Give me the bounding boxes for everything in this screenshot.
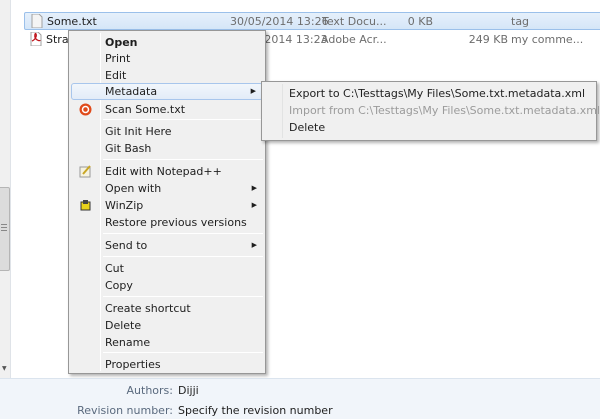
submenu-arrow-icon: ▶: [251, 241, 257, 249]
menu-item-git-bash[interactable]: Git Bash: [71, 140, 263, 157]
submenu-arrow-icon: ▶: [250, 87, 256, 95]
file-name: Some.txt: [47, 15, 97, 28]
submenu-item-export[interactable]: Export to C:\Testtags\My Files\Some.txt.…: [264, 85, 594, 102]
file-tags: tag: [511, 15, 530, 28]
file-size: 0 KB: [407, 15, 433, 28]
menu-item-label: Edit with Notepad++: [105, 165, 222, 178]
winzip-icon: [80, 200, 91, 211]
menu-item-label: Scan Some.txt: [105, 103, 186, 116]
file-comments: my comme...: [511, 33, 584, 46]
scan-icon: [79, 103, 92, 116]
menu-item-delete[interactable]: Delete: [71, 317, 263, 334]
menu-item-winzip[interactable]: WinZip ▶: [71, 197, 263, 214]
file-type: Adobe Acr...: [321, 33, 387, 46]
submenu-arrow-icon: ▶: [251, 201, 257, 209]
menu-item-label: Open with: [105, 182, 162, 195]
authors-label: Authors:: [126, 384, 173, 397]
scrollbar-thumb[interactable]: [0, 187, 10, 271]
file-type: Text Docu...: [322, 15, 387, 28]
menu-item-metadata[interactable]: Metadata ▶: [71, 83, 263, 100]
menu-item-edit[interactable]: Edit: [71, 67, 263, 84]
menu-item-restore[interactable]: Restore previous versions: [71, 214, 263, 231]
menu-item-open[interactable]: Open: [71, 34, 263, 51]
menu-item-open-with[interactable]: Open with ▶: [71, 180, 263, 197]
submenu-item-delete[interactable]: Delete: [264, 119, 594, 136]
file-size: 249 KB: [468, 33, 508, 46]
pdf-file-icon: [30, 32, 42, 46]
details-pane: Authors: Dijji Revision number: Specify …: [0, 378, 600, 419]
menu-item-git-init[interactable]: Git Init Here: [71, 123, 263, 140]
menu-item-print[interactable]: Print: [71, 50, 263, 67]
file-row[interactable]: Some.txt 30/05/2014 13:26 Text Docu... 0…: [24, 12, 600, 30]
text-file-icon: [31, 14, 43, 28]
menu-item-rename[interactable]: Rename: [71, 334, 263, 351]
menu-item-label: WinZip: [105, 199, 144, 212]
menu-item-properties[interactable]: Properties: [71, 356, 263, 373]
context-menu: Open Print Edit Metadata ▶ Scan Some.txt …: [68, 30, 266, 374]
menu-item-create-shortcut[interactable]: Create shortcut: [71, 300, 263, 317]
menu-item-label: Metadata: [105, 85, 158, 98]
submenu-arrow-icon: ▶: [251, 184, 257, 192]
revision-label: Revision number:: [77, 404, 173, 417]
submenu-item-import[interactable]: Import from C:\Testtags\My Files\Some.tx…: [264, 102, 600, 119]
authors-value[interactable]: Dijji: [178, 384, 199, 397]
menu-item-scan[interactable]: Scan Some.txt: [71, 101, 263, 118]
revision-value[interactable]: Specify the revision number: [178, 404, 333, 417]
menu-item-label: Send to: [105, 239, 148, 252]
metadata-submenu: Export to C:\Testtags\My Files\Some.txt.…: [261, 81, 600, 141]
notepad-plus-plus-icon: [79, 165, 91, 178]
file-date: 30/05/2014 13:26: [230, 15, 329, 28]
menu-item-copy[interactable]: Copy: [71, 277, 263, 294]
menu-item-cut[interactable]: Cut: [71, 260, 263, 277]
scroll-down-arrow-icon[interactable]: ▼: [2, 365, 7, 372]
menu-item-send-to[interactable]: Send to ▶: [71, 237, 263, 254]
menu-item-notepad[interactable]: Edit with Notepad++: [71, 163, 263, 180]
